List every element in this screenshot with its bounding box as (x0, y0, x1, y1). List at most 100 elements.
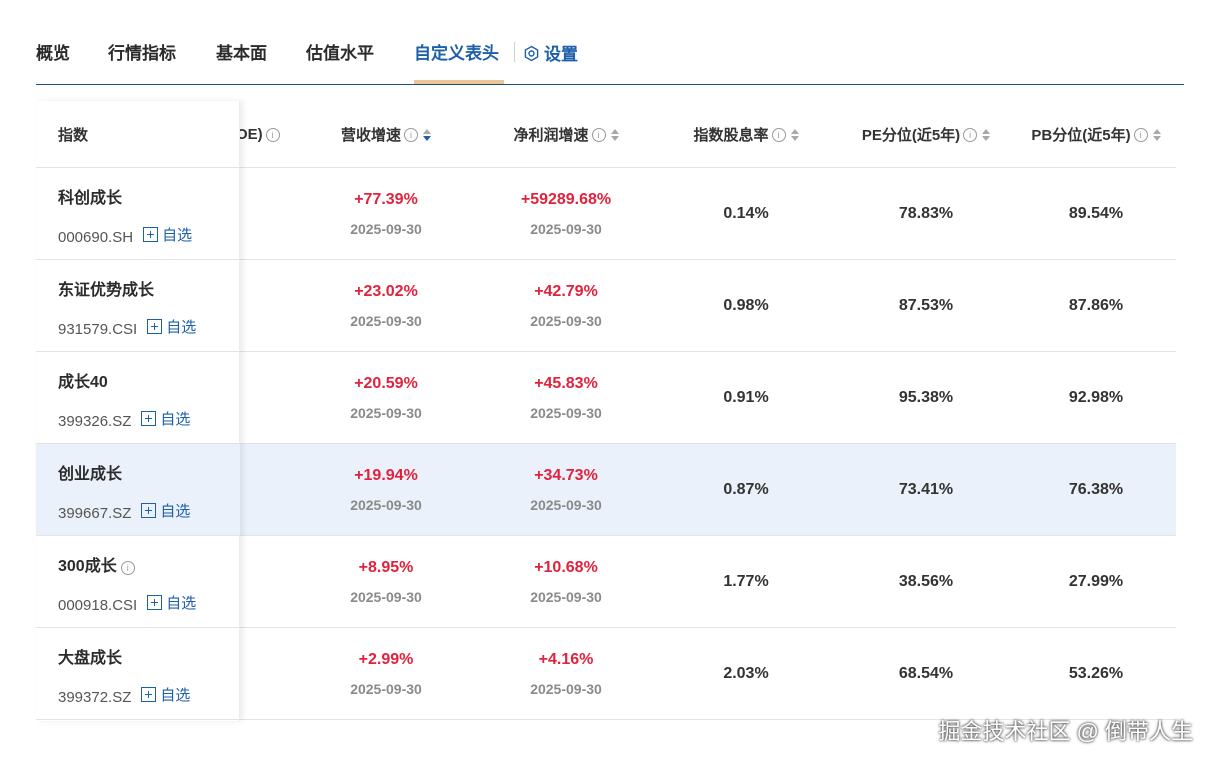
header-profit-growth-label: 净利润增速 (513, 127, 589, 144)
sort-icon[interactable] (610, 128, 619, 141)
index-cell[interactable]: 大盘成长 399372.SZ 自选 (36, 628, 240, 720)
index-name[interactable]: 成长40 (58, 368, 108, 392)
revenue-growth-cell: +23.02% 2025-09-30 (296, 260, 476, 352)
index-table: OE) i 营收增速 i 净利润增速 i 指数股息率 i PE分位(近5年) i PB分位… (36, 101, 1176, 721)
tab-overview[interactable]: 概览 (36, 39, 70, 64)
pe-percentile-cell: 78.83% (836, 168, 1016, 260)
sort-icon[interactable] (423, 128, 431, 141)
add-watchlist-label: 自选 (162, 227, 193, 244)
plus-icon (143, 227, 159, 242)
info-icon[interactable]: i (404, 127, 418, 142)
pe-percentile-cell: 87.53% (836, 260, 1016, 352)
index-name-label: 300成长 (58, 558, 117, 575)
add-watchlist-button[interactable]: 自选 (143, 224, 192, 245)
revenue-growth-cell: +20.59% 2025-09-30 (296, 352, 476, 444)
header-roe[interactable]: OE) i (236, 101, 296, 168)
revenue-growth-cell: +77.39% 2025-09-30 (296, 168, 476, 260)
pb-percentile-value: 27.99% (1068, 573, 1124, 590)
tab-market-indicators[interactable]: 行情指标 (108, 39, 176, 64)
index-name[interactable]: 大盘成长 (58, 644, 122, 668)
index-code: 399326.SZ 自选 (58, 408, 190, 430)
plus-icon (141, 503, 157, 518)
sort-icon[interactable] (1152, 128, 1161, 141)
index-code-label: 931579.CSI (58, 321, 138, 338)
header-revenue-growth[interactable]: 营收增速 i (296, 101, 476, 168)
dividend-yield-cell: 0.98% (656, 260, 836, 352)
add-watchlist-label: 自选 (160, 687, 191, 704)
pb-percentile-cell: 92.98% (1016, 352, 1176, 444)
index-cell[interactable]: 创业成长 399667.SZ 自选 (36, 444, 240, 536)
revenue-growth-cell: +19.94% 2025-09-30 (296, 444, 476, 536)
info-icon[interactable]: i (1133, 127, 1148, 142)
plus-icon (141, 411, 157, 426)
revenue-growth-cell: +8.95% 2025-09-30 (296, 536, 476, 628)
header-pe-percentile[interactable]: PE分位(近5年) i (836, 101, 1016, 168)
active-tab-indicator (414, 80, 504, 84)
index-cell[interactable]: 成长40 399326.SZ 自选 (36, 352, 240, 444)
pb-percentile-cell: 53.26% (1016, 628, 1176, 720)
dividend-yield-value: 0.87% (723, 481, 769, 498)
dividend-yield-value: 0.91% (723, 389, 769, 406)
index-cell[interactable]: 300成长 i 000918.CSI 自选 (36, 536, 240, 628)
info-icon[interactable]: i (120, 561, 135, 575)
add-watchlist-button[interactable]: 自选 (141, 684, 190, 705)
add-watchlist-button[interactable]: 自选 (141, 500, 190, 521)
sort-icon[interactable] (790, 128, 799, 141)
header-dividend-yield[interactable]: 指数股息率 i (656, 101, 836, 168)
header-profit-growth[interactable]: 净利润增速 i (476, 101, 656, 168)
index-name[interactable]: 科创成长 (58, 184, 122, 208)
index-name-label: 成长40 (58, 374, 108, 391)
pe-percentile-value: 68.54% (898, 665, 954, 682)
info-icon[interactable]: i (771, 127, 786, 142)
profit-growth-cell: +4.16% 2025-09-30 (476, 628, 656, 720)
index-code: 931579.CSI 自选 (58, 316, 196, 338)
tab-valuation[interactable]: 估值水平 (306, 39, 374, 64)
index-name[interactable]: 300成长 i (58, 552, 135, 576)
index-name[interactable]: 创业成长 (58, 460, 122, 484)
profit-growth-value: +42.79% (534, 283, 598, 300)
report-date: 2025-09-30 (350, 589, 422, 605)
report-date: 2025-09-30 (350, 313, 422, 329)
tab-custom-columns[interactable]: 自定义表头 (414, 39, 499, 64)
report-date: 2025-09-30 (530, 221, 602, 237)
pe-percentile-value: 38.56% (898, 573, 954, 590)
dividend-yield-cell: 0.87% (656, 444, 836, 536)
tab-divider (514, 42, 515, 62)
add-watchlist-button[interactable]: 自选 (141, 408, 190, 429)
revenue-growth-value: +8.95% (358, 559, 414, 576)
profit-growth-cell: +59289.68% 2025-09-30 (476, 168, 656, 260)
report-date: 2025-09-30 (530, 405, 602, 421)
report-date: 2025-09-30 (530, 313, 602, 329)
dividend-yield-cell: 0.91% (656, 352, 836, 444)
tab-fundamentals[interactable]: 基本面 (216, 39, 267, 64)
add-watchlist-button[interactable]: 自选 (147, 316, 196, 337)
index-code-label: 399667.SZ (58, 505, 132, 522)
watermark: 掘金技术社区 @ 倒带人生 (938, 719, 1193, 744)
dividend-yield-cell: 2.03% (656, 628, 836, 720)
settings-button[interactable]: 设置 (523, 40, 578, 65)
info-icon[interactable]: i (265, 127, 280, 142)
sort-icon[interactable] (982, 128, 991, 141)
dividend-yield-cell: 1.77% (656, 536, 836, 628)
plus-icon (141, 687, 157, 702)
index-code: 000918.CSI 自选 (58, 592, 196, 614)
index-cell[interactable]: 东证优势成长 931579.CSI 自选 (36, 260, 240, 352)
header-revenue-growth-label: 营收增速 (340, 127, 401, 144)
index-code: 000690.SH 自选 (58, 224, 192, 246)
index-name[interactable]: 东证优势成长 (58, 276, 154, 300)
add-watchlist-label: 自选 (160, 411, 191, 428)
revenue-growth-value: +20.59% (354, 375, 418, 392)
index-code-label: 000690.SH (58, 229, 134, 246)
index-code-label: 399326.SZ (58, 413, 132, 430)
pe-percentile-cell: 38.56% (836, 536, 1016, 628)
index-cell[interactable]: 科创成长 000690.SH 自选 (36, 168, 240, 260)
add-watchlist-button[interactable]: 自选 (147, 592, 196, 613)
profit-growth-value: +45.83% (534, 375, 598, 392)
profit-growth-value: +34.73% (534, 467, 598, 484)
revenue-growth-cell: +2.99% 2025-09-30 (296, 628, 476, 720)
info-icon[interactable]: i (591, 127, 606, 142)
info-icon[interactable]: i (963, 127, 978, 142)
settings-icon (524, 45, 539, 62)
header-pb-percentile[interactable]: PB分位(近5年) i (1016, 101, 1176, 168)
index-code: 399667.SZ 自选 (58, 500, 190, 522)
